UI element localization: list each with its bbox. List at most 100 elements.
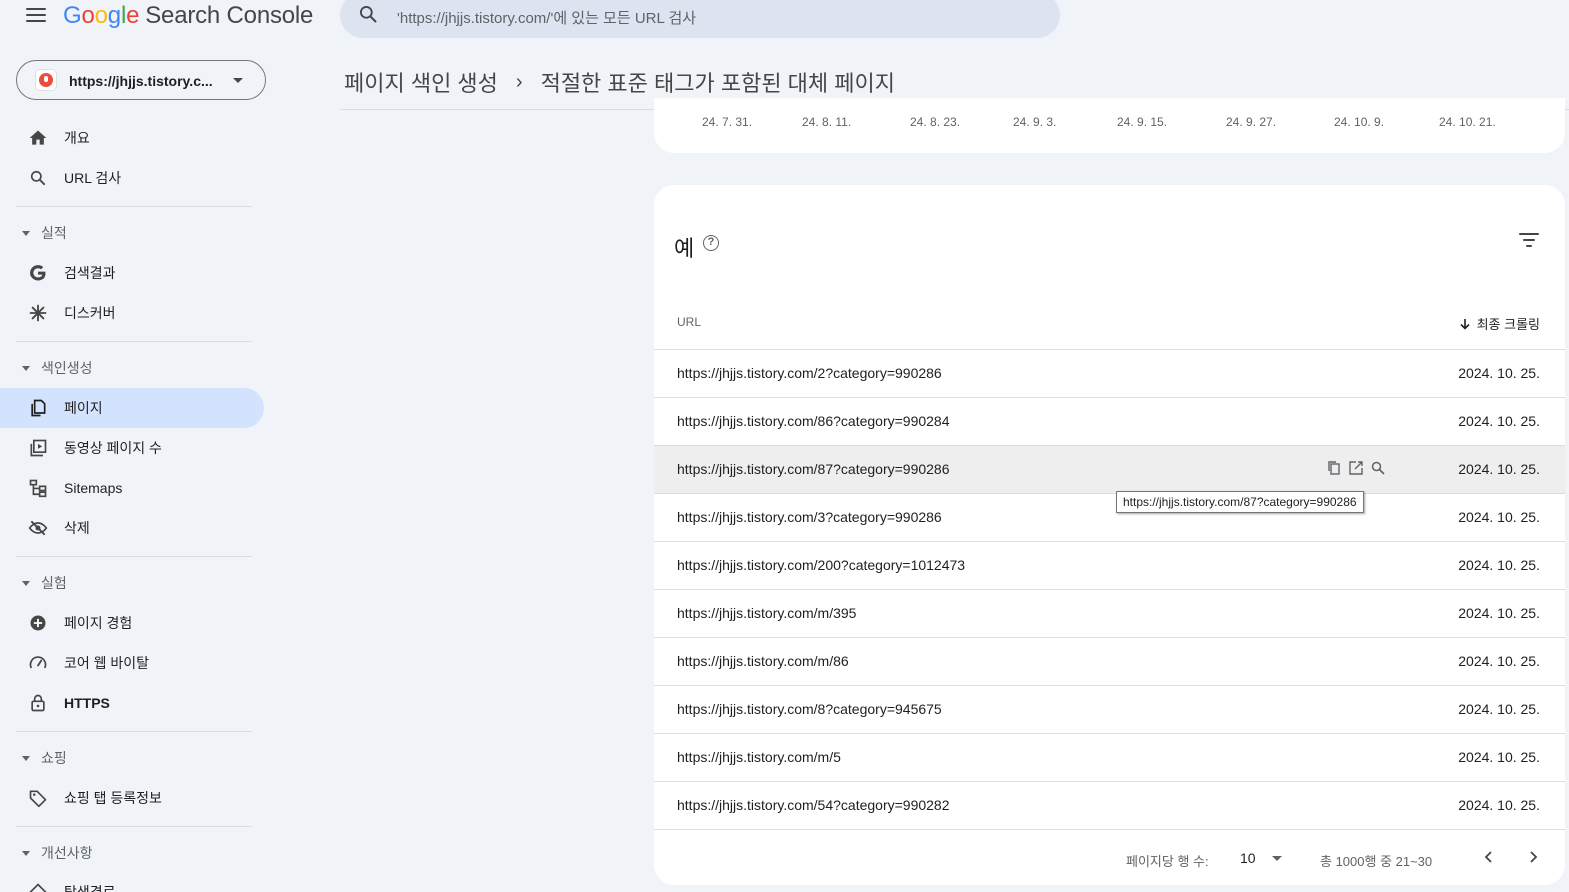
row-url: https://jhjjs.tistory.com/87?category=99… [677, 461, 950, 477]
search-icon [30, 170, 46, 186]
sidebar-section-indexing[interactable]: 색인생성 [20, 358, 93, 378]
row-url: https://jhjjs.tistory.com/8?category=945… [677, 701, 942, 717]
column-header-url: URL [677, 315, 702, 329]
url-tooltip: https://jhjjs.tistory.com/87?category=99… [1116, 491, 1364, 513]
breadcrumb-parent[interactable]: 페이지 색인 생성 [344, 66, 498, 98]
filter-icon[interactable] [1518, 231, 1540, 249]
table-row[interactable]: https://jhjjs.tistory.com/200?category=1… [654, 541, 1565, 589]
table-row[interactable]: https://jhjjs.tistory.com/m/86 2024. 10. … [654, 637, 1565, 685]
table-row[interactable]: https://jhjjs.tistory.com/3?category=990… [654, 493, 1565, 541]
sidebar-section-experience[interactable]: 실험 [20, 573, 67, 593]
x-axis-tick: 24. 8. 11. [802, 115, 852, 129]
search-console-logo[interactable]: Google Search Console [63, 2, 313, 30]
arrow-down-icon [1460, 318, 1470, 330]
row-date: 2024. 10. 25. [1458, 797, 1540, 813]
tag-icon [29, 790, 47, 808]
row-date: 2024. 10. 25. [1458, 365, 1540, 381]
property-selector[interactable]: https://jhjjs.tistory.c... [16, 60, 266, 100]
sidebar-item-search-results[interactable]: 검색결과 [16, 253, 264, 293]
sidebar-divider [16, 731, 252, 732]
plus-circle-icon [30, 615, 46, 631]
sidebar-item-url-inspection[interactable]: URL 검사 [16, 158, 264, 198]
sidebar-item-removals[interactable]: 삭제 [16, 508, 264, 548]
row-actions [1326, 460, 1386, 476]
caret-down-icon[interactable] [1272, 856, 1282, 861]
sidebar-item-shopping-listings[interactable]: 쇼핑 탭 등록정보 [16, 778, 264, 818]
row-date: 2024. 10. 25. [1458, 701, 1540, 717]
pages-icon [31, 399, 46, 417]
row-date: 2024. 10. 25. [1458, 653, 1540, 669]
table-row[interactable]: https://jhjjs.tistory.com/87?category=99… [654, 445, 1565, 493]
table-bottom-border [654, 829, 1565, 830]
row-date: 2024. 10. 25. [1458, 749, 1540, 765]
x-axis-tick: 24. 7. 31. [702, 115, 753, 129]
table-row[interactable]: https://jhjjs.tistory.com/m/5 2024. 10. 2… [654, 733, 1565, 781]
row-url: https://jhjjs.tistory.com/200?category=1… [677, 557, 966, 573]
row-date: 2024. 10. 25. [1458, 557, 1540, 573]
x-axis-tick: 24. 10. 21. [1439, 115, 1496, 129]
caret-down-icon [22, 365, 30, 371]
gauge-icon [29, 656, 47, 669]
tistory-favicon-icon [36, 70, 56, 90]
video-pages-icon [30, 439, 47, 457]
sidebar-divider [16, 206, 252, 207]
page-title: 적절한 표준 태그가 포함된 대체 페이지 [540, 71, 895, 96]
caret-down-icon [22, 580, 30, 586]
rows-per-page-select[interactable]: 10 [1240, 850, 1256, 866]
chevron-right-icon[interactable] [1525, 849, 1541, 865]
sidebar-item-sitemaps[interactable]: Sitemaps [16, 468, 264, 508]
sidebar-divider [16, 826, 252, 827]
table-row[interactable]: https://jhjjs.tistory.com/2?category=990… [654, 349, 1565, 397]
examples-card: 예 ? URL 최종 크롤링 https://jhjjs.tistory.com… [654, 185, 1565, 885]
google-g-icon [30, 265, 46, 281]
chart-card-bottom: 24. 7. 31. 24. 8. 11. 24. 8. 23. 24. 9. … [654, 98, 1565, 153]
chevron-left-icon[interactable] [1481, 849, 1497, 865]
x-axis-tick: 24. 9. 3. [1013, 115, 1057, 129]
sidebar-item-video-pages[interactable]: 동영상 페이지 수 [16, 428, 264, 468]
search-input[interactable]: 'https://jhjjs.tistory.com/'에 있는 모든 URL … [397, 7, 696, 28]
row-url: https://jhjjs.tistory.com/m/86 [677, 653, 849, 669]
url-inspect-search[interactable]: 'https://jhjjs.tistory.com/'에 있는 모든 URL … [340, 0, 1060, 38]
sidebar-item-https[interactable]: HTTPS [16, 683, 264, 723]
table-row[interactable]: https://jhjjs.tistory.com/86?category=99… [654, 397, 1565, 445]
x-axis-tick: 24. 10. 9. [1334, 115, 1385, 129]
sidebar-item-overview[interactable]: 개요 [16, 118, 264, 158]
sidebar-section-enhancements[interactable]: 개선사항 [20, 843, 93, 863]
table-row[interactable]: https://jhjjs.tistory.com/8?category=945… [654, 685, 1565, 733]
sidebar-divider [16, 556, 252, 557]
caret-down-icon [22, 230, 30, 236]
sidebar-item-core-web-vitals[interactable]: 코어 웹 바이탈 [16, 643, 264, 683]
sidebar-item-breadcrumbs[interactable]: 탐색경로 [16, 872, 264, 892]
breadcrumb-icon [29, 883, 47, 892]
help-icon[interactable]: ? [703, 235, 719, 251]
column-header-last-crawled[interactable]: 최종 크롤링 [1459, 314, 1540, 333]
sidebar-section-shopping[interactable]: 쇼핑 [20, 748, 67, 768]
row-url: https://jhjjs.tistory.com/3?category=990… [677, 509, 942, 525]
caret-down-icon [22, 850, 30, 856]
chevron-down-icon [233, 78, 243, 83]
chevron-right-icon: › [515, 70, 523, 93]
caret-down-icon [22, 755, 30, 761]
open-in-new-icon[interactable] [1348, 460, 1364, 476]
eye-off-icon [28, 520, 48, 536]
inspect-url-icon[interactable] [1370, 460, 1386, 476]
row-url: https://jhjjs.tistory.com/86?category=99… [677, 413, 950, 429]
row-url: https://jhjjs.tistory.com/54?category=99… [677, 797, 950, 813]
row-date: 2024. 10. 25. [1458, 605, 1540, 621]
sidebar-section-performance[interactable]: 실적 [20, 223, 67, 243]
row-url: https://jhjjs.tistory.com/2?category=990… [677, 365, 942, 381]
table-row[interactable]: https://jhjjs.tistory.com/54?category=99… [654, 781, 1565, 829]
row-url: https://jhjjs.tistory.com/m/395 [677, 605, 857, 621]
row-date: 2024. 10. 25. [1458, 461, 1540, 477]
sidebar-item-page-experience[interactable]: 페이지 경험 [16, 603, 264, 643]
breadcrumb: 페이지 색인 생성 › 적절한 표준 태그가 포함된 대체 페이지 [344, 66, 895, 98]
sitemap-icon [29, 479, 47, 498]
row-url: https://jhjjs.tistory.com/m/5 [677, 749, 841, 765]
main-menu-button[interactable] [26, 7, 46, 23]
examples-table: https://jhjjs.tistory.com/2?category=990… [654, 349, 1565, 830]
sidebar-item-discover[interactable]: 디스커버 [16, 293, 264, 333]
row-date: 2024. 10. 25. [1458, 413, 1540, 429]
table-row[interactable]: https://jhjjs.tistory.com/m/395 2024. 10.… [654, 589, 1565, 637]
copy-icon[interactable] [1326, 460, 1342, 476]
sidebar-item-pages[interactable]: 페이지 [0, 388, 264, 428]
